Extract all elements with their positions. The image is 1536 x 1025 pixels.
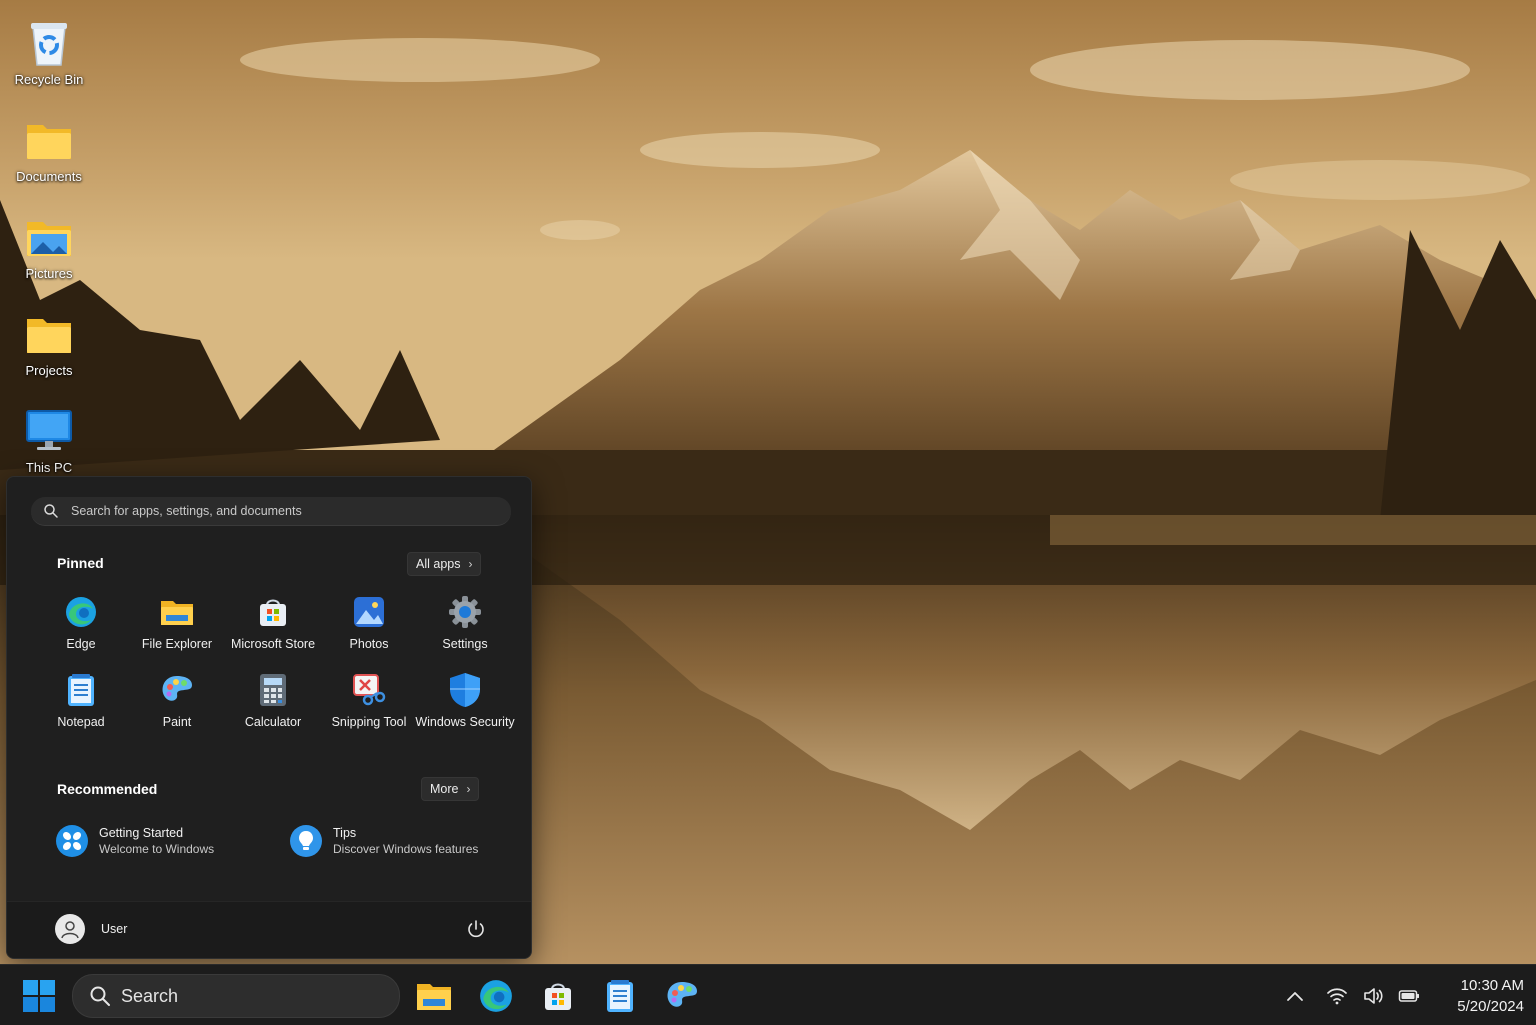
- app-label: Settings: [442, 637, 488, 651]
- recommended-subtitle: Discover Windows features: [333, 842, 479, 856]
- settings-gear-icon: [448, 595, 482, 629]
- pinned-app-windows-security[interactable]: Windows Security: [415, 673, 515, 745]
- desktop: Recycle Bin Documents Pictures Projects …: [0, 0, 1536, 964]
- start-menu-footer: User: [7, 901, 531, 958]
- recommended-title: Getting Started: [99, 826, 184, 840]
- battery-icon[interactable]: [1398, 985, 1420, 1007]
- tips-icon: [290, 825, 322, 857]
- clock-time: 10:30 AM: [1460, 977, 1524, 994]
- notepad-icon: [64, 673, 98, 707]
- search-icon: [90, 986, 110, 1006]
- pinned-app-settings[interactable]: Settings: [417, 595, 513, 667]
- edge-icon: [64, 595, 98, 629]
- paint-icon: [160, 673, 194, 707]
- clock-date: 5/20/2024: [1457, 998, 1524, 1015]
- recommended-item-getting-started[interactable]: Getting Started Welcome to Windows: [55, 821, 214, 861]
- pinned-app-calculator[interactable]: Calculator: [225, 673, 321, 745]
- app-label: Microsoft Store: [230, 637, 316, 651]
- desktop-icon-pictures[interactable]: Pictures: [4, 212, 94, 281]
- app-label: Snipping Tool: [331, 715, 407, 729]
- recommended-subtitle: Welcome to Windows: [99, 842, 215, 856]
- chevron-right-icon: ›: [468, 557, 473, 571]
- store-icon: [256, 595, 290, 629]
- taskbar-app-edge[interactable]: [478, 978, 514, 1014]
- pinned-app-file-explorer[interactable]: File Explorer: [129, 595, 225, 667]
- snipping-tool-icon: [352, 673, 386, 707]
- store-icon: [545, 983, 571, 1010]
- start-menu: Pinned All apps › Edge: [6, 476, 532, 959]
- file-explorer-icon: [417, 984, 451, 1010]
- desktop-icon-label: This PC: [25, 460, 73, 475]
- taskbar-app-paint[interactable]: [664, 978, 700, 1014]
- more-label: More: [430, 782, 459, 796]
- notepad-icon: [607, 980, 633, 1012]
- user-name: User: [101, 922, 128, 936]
- recommended-heading: Recommended: [57, 781, 158, 797]
- pinned-app-photos[interactable]: Photos: [321, 595, 417, 667]
- desktop-icon-label: Recycle Bin: [14, 72, 84, 87]
- desktop-icon-this-pc[interactable]: This PC: [4, 406, 94, 475]
- taskbar-search[interactable]: Search: [72, 974, 400, 1018]
- taskbar-app-notepad[interactable]: [602, 978, 638, 1014]
- app-label: File Explorer: [141, 637, 213, 651]
- more-button[interactable]: More ›: [421, 777, 480, 801]
- pictures-folder-icon: [24, 212, 74, 262]
- desktop-icon-label: Projects: [25, 363, 73, 378]
- desktop-icon-label: Pictures: [25, 266, 73, 281]
- app-label: Windows Security: [415, 715, 515, 729]
- start-search-box[interactable]: [31, 497, 511, 526]
- photos-icon: [352, 595, 386, 629]
- edge-icon: [480, 980, 512, 1012]
- app-label: Paint: [162, 715, 192, 729]
- volume-icon[interactable]: [1362, 985, 1384, 1007]
- desktop-icon-documents[interactable]: Documents: [4, 115, 94, 184]
- pinned-app-edge[interactable]: Edge: [33, 595, 129, 667]
- system-clock[interactable]: 10:30 AM 5/20/2024: [1432, 975, 1524, 1017]
- start-search-input[interactable]: [69, 503, 493, 519]
- desktop-icon-recycle-bin[interactable]: Recycle Bin: [4, 18, 94, 87]
- chevron-up-icon[interactable]: [1284, 985, 1306, 1007]
- taskbar-app-store[interactable]: [540, 978, 576, 1014]
- user-icon: [61, 921, 79, 939]
- windows-start-icon[interactable]: [22, 979, 56, 1013]
- wifi-icon[interactable]: [1326, 985, 1348, 1007]
- folder-icon: [24, 309, 74, 359]
- recycle-bin-icon: [24, 18, 74, 68]
- search-icon: [44, 504, 58, 518]
- taskbar-app-file-explorer[interactable]: [416, 978, 452, 1014]
- shield-icon: [448, 673, 482, 707]
- recommended-item-tips[interactable]: Tips Discover Windows features: [289, 821, 478, 861]
- calculator-icon: [256, 673, 290, 707]
- monitor-icon: [24, 406, 74, 456]
- chevron-right-icon: ›: [466, 782, 471, 796]
- folder-icon: [24, 115, 74, 165]
- file-explorer-icon: [160, 595, 194, 629]
- pinned-heading: Pinned: [57, 555, 104, 571]
- pinned-app-snipping-tool[interactable]: Snipping Tool: [321, 673, 417, 745]
- pinned-app-paint[interactable]: Paint: [129, 673, 225, 745]
- pinned-app-notepad[interactable]: Notepad: [33, 673, 129, 745]
- paint-icon: [667, 982, 697, 1007]
- app-label: Edge: [66, 637, 96, 651]
- app-label: Photos: [349, 637, 389, 651]
- pinned-app-microsoft-store[interactable]: Microsoft Store: [225, 595, 321, 667]
- power-icon[interactable]: [465, 918, 487, 940]
- desktop-icon-projects[interactable]: Projects: [4, 309, 94, 378]
- user-account-button[interactable]: User: [55, 914, 127, 944]
- getting-started-icon: [56, 825, 88, 857]
- app-label: Calculator: [244, 715, 302, 729]
- all-apps-label: All apps: [416, 557, 461, 571]
- taskbar-search-label: Search: [121, 985, 179, 1006]
- taskbar: Search 10:30 AM 5/20/2024: [0, 964, 1536, 1025]
- recommended-title: Tips: [333, 826, 357, 840]
- app-label: Notepad: [57, 715, 105, 729]
- avatar: [55, 914, 85, 944]
- all-apps-button[interactable]: All apps ›: [407, 552, 482, 576]
- desktop-icon-label: Documents: [16, 169, 82, 184]
